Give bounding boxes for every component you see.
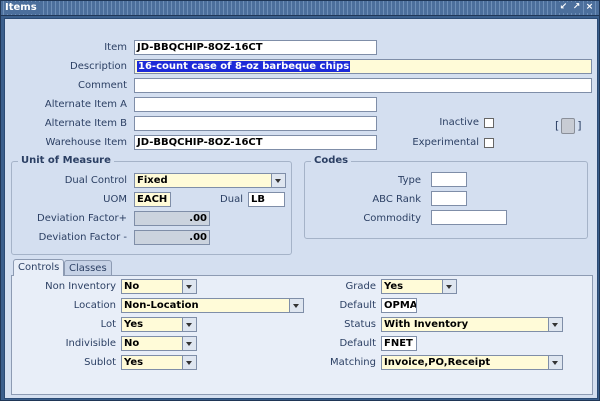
items-window: Items ↙ ↗ × Item JD-BBQCHIP-8OZ-16CT Des… xyxy=(0,0,600,401)
abc-rank-field[interactable] xyxy=(431,191,467,206)
grade-default-label: Default xyxy=(339,300,376,311)
uom-field[interactable]: EACH xyxy=(134,192,171,207)
tab-classes[interactable]: Classes xyxy=(64,260,112,276)
chevron-down-icon[interactable] xyxy=(182,337,196,350)
alternate-item-b-field[interactable] xyxy=(134,116,377,131)
warehouse-item-field[interactable]: JD-BBQCHIP-8OZ-16CT xyxy=(134,135,377,150)
non-inventory-label: Non Inventory xyxy=(45,281,116,292)
location-value: Non-Location xyxy=(124,300,199,311)
type-label: Type xyxy=(398,175,421,186)
type-field[interactable] xyxy=(431,172,467,187)
flexfield-button[interactable] xyxy=(561,118,576,134)
dual-uom-field[interactable]: LB xyxy=(248,192,285,207)
description-value: 16-count case of 8-oz barbeque chips xyxy=(137,61,351,72)
alternate-item-a-label: Alternate Item A xyxy=(44,99,127,110)
dual-label: Dual xyxy=(220,194,243,205)
tab-controls[interactable]: Controls xyxy=(13,259,65,276)
minimize-icon[interactable]: ↙ xyxy=(558,2,569,13)
controls-tab-panel: Non Inventory No Location Non-Location L… xyxy=(11,275,593,395)
title-bar[interactable]: Items ↙ ↗ × xyxy=(1,1,599,16)
abc-rank-label: ABC Rank xyxy=(372,194,421,205)
commodity-label: Commodity xyxy=(363,213,421,224)
chevron-down-icon[interactable] xyxy=(442,280,456,293)
dual-control-label: Dual Control xyxy=(64,175,127,186)
dual-control-select[interactable]: Fixed xyxy=(134,173,286,188)
warehouse-item-label: Warehouse Item xyxy=(45,137,127,148)
indivisible-select[interactable]: No xyxy=(121,336,197,351)
commodity-field[interactable] xyxy=(431,210,507,225)
codes-title: Codes xyxy=(311,155,352,166)
lot-value: Yes xyxy=(124,319,144,330)
status-default-label: Default xyxy=(339,338,376,349)
deviation-factor-minus-label: Deviation Factor - xyxy=(38,232,127,243)
lot-select[interactable]: Yes xyxy=(121,317,197,332)
non-inventory-value: No xyxy=(124,281,140,292)
chevron-down-icon[interactable] xyxy=(182,280,196,293)
maximize-icon[interactable]: ↗ xyxy=(571,2,582,13)
alternate-item-a-field[interactable] xyxy=(134,97,377,112)
descriptive-flexfield[interactable]: [] xyxy=(555,118,582,134)
inactive-label: Inactive xyxy=(439,117,479,128)
comment-label: Comment xyxy=(78,80,127,91)
flexfield-close-bracket: ] xyxy=(577,119,582,132)
status-default-field[interactable]: FNET xyxy=(381,336,417,351)
alternate-item-b-label: Alternate Item B xyxy=(44,118,127,129)
status-label: Status xyxy=(344,319,376,330)
description-label: Description xyxy=(70,61,127,72)
chevron-down-icon[interactable] xyxy=(271,174,285,187)
grade-value: Yes xyxy=(384,281,404,292)
sublot-label: Sublot xyxy=(84,357,116,368)
experimental-checkbox[interactable] xyxy=(484,138,494,148)
status-select[interactable]: With Inventory xyxy=(381,317,563,332)
chevron-down-icon[interactable] xyxy=(182,356,196,369)
indivisible-label: Indivisible xyxy=(65,338,116,349)
deviation-factor-minus-field[interactable]: .00 xyxy=(134,230,210,245)
location-label: Location xyxy=(73,300,116,311)
lot-label: Lot xyxy=(100,319,116,330)
sublot-select[interactable]: Yes xyxy=(121,355,197,370)
matching-select[interactable]: Invoice,PO,Receipt xyxy=(381,355,563,370)
non-inventory-select[interactable]: No xyxy=(121,279,197,294)
chevron-down-icon[interactable] xyxy=(548,356,562,369)
deviation-factor-plus-field[interactable]: .00 xyxy=(134,211,210,226)
uom-label: UOM xyxy=(103,194,127,205)
grade-default-field[interactable]: OPMA xyxy=(381,298,417,313)
chevron-down-icon[interactable] xyxy=(289,299,303,312)
matching-value: Invoice,PO,Receipt xyxy=(384,357,491,368)
dual-control-value: Fixed xyxy=(137,175,168,186)
matching-label: Matching xyxy=(330,357,376,368)
location-select[interactable]: Non-Location xyxy=(121,298,304,313)
grade-select[interactable]: Yes xyxy=(381,279,457,294)
item-field[interactable]: JD-BBQCHIP-8OZ-16CT xyxy=(134,40,377,55)
sublot-value: Yes xyxy=(124,357,144,368)
comment-field[interactable] xyxy=(134,78,592,93)
inactive-checkbox[interactable] xyxy=(484,118,494,128)
unit-of-measure-title: Unit of Measure xyxy=(18,155,114,166)
window-title: Items xyxy=(4,2,40,14)
chevron-down-icon[interactable] xyxy=(548,318,562,331)
chevron-down-icon[interactable] xyxy=(182,318,196,331)
deviation-factor-plus-label: Deviation Factor+ xyxy=(37,213,127,224)
status-value: With Inventory xyxy=(384,319,469,330)
form-body: Item JD-BBQCHIP-8OZ-16CT Description 16-… xyxy=(4,18,598,399)
indivisible-value: No xyxy=(124,338,140,349)
experimental-label: Experimental xyxy=(412,137,479,148)
grade-label: Grade xyxy=(345,281,377,292)
close-icon[interactable]: × xyxy=(584,2,595,13)
flexfield-open-bracket: [ xyxy=(555,119,560,132)
item-label: Item xyxy=(104,42,127,53)
description-field[interactable]: 16-count case of 8-oz barbeque chips xyxy=(134,59,592,74)
